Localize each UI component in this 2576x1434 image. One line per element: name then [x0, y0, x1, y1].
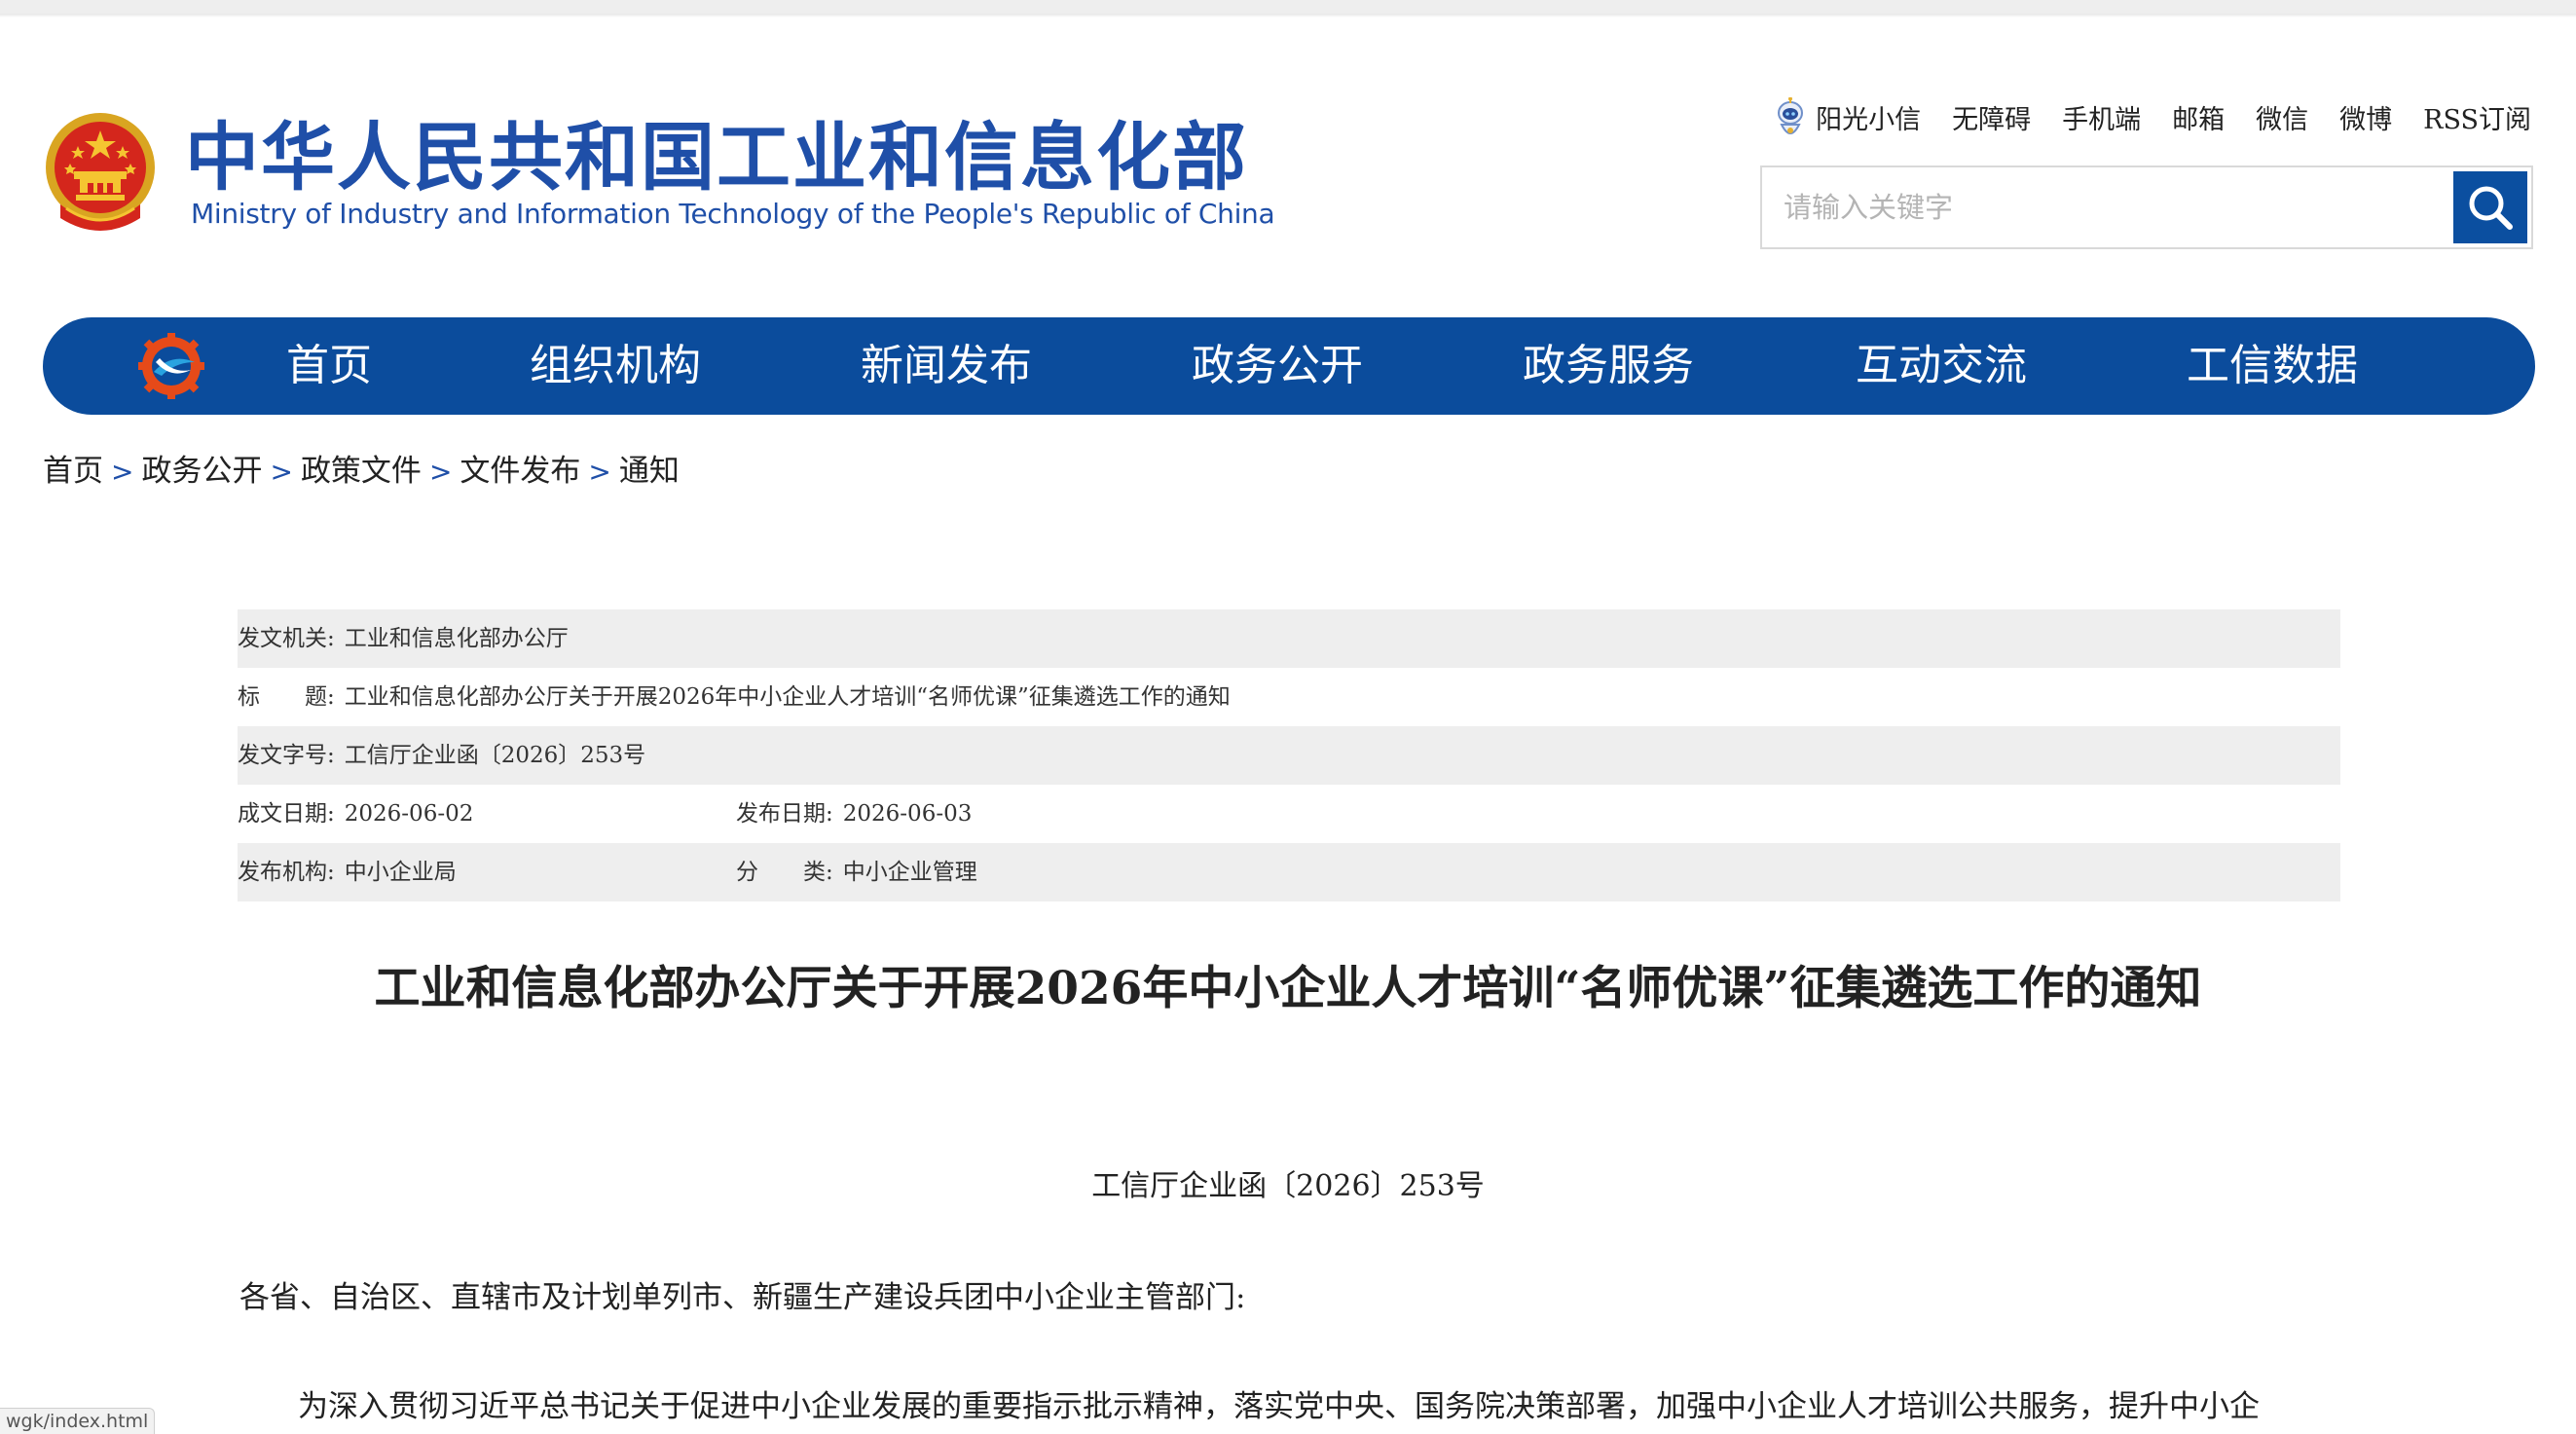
meta-row-docno: 发文字号: 工信厅企业函〔2026〕253号 [238, 726, 2340, 785]
nav-item-gov-services[interactable]: 政务服务 [1523, 317, 1694, 415]
meta-label-docno: 发文字号: [238, 743, 335, 768]
breadcrumb-gov-affairs[interactable]: 政务公开 [141, 454, 262, 489]
search-button[interactable] [2453, 171, 2527, 243]
nav-item-news[interactable]: 新闻发布 [861, 317, 1032, 415]
site-title-cn[interactable]: 中华人民共和国工业和信息化部 [185, 111, 1248, 204]
article-paragraph: 为深入贯彻习近平总书记关于促进中小企业发展的重要指示批示精神，落实党中央、国务院… [298, 1389, 2260, 1424]
meta-row-issuer: 发文机关: 工业和信息化部办公厅 [238, 609, 2340, 668]
meta-value-title: 工业和信息化部办公厅关于开展2026年中小企业人才培训“名师优课”征集遴选工作的… [344, 684, 1231, 710]
breadcrumb: 首页 > 政务公开 > 政策文件 > 文件发布 > 通知 [43, 448, 680, 496]
article-title: 工业和信息化部办公厅关于开展2026年中小企业人才培训“名师优课”征集遴选工作的… [374, 962, 2202, 1015]
meta-value-docno: 工信厅企业函〔2026〕253号 [344, 743, 646, 768]
search-icon [2469, 186, 2513, 230]
breadcrumb-separator: > [588, 456, 611, 488]
meta-row-org: 发布机构: 中小企业局 分 类: 中小企业管理 [238, 843, 2340, 901]
top-link-accessibility[interactable]: 无障碍 [1952, 101, 2031, 140]
nav-item-data[interactable]: 工信数据 [2187, 317, 2358, 415]
search-input[interactable] [1762, 167, 2453, 247]
meta-row-dates: 成文日期: 2026-06-02 发布日期: 2026-06-03 [238, 785, 2340, 843]
breadcrumb-separator: > [270, 456, 293, 488]
meta-value-category: 中小企业管理 [842, 860, 977, 885]
top-link-label: 阳光小信 [1816, 105, 1922, 135]
nav-item-home[interactable]: 首页 [286, 317, 372, 415]
top-link-weibo[interactable]: 微博 [2339, 101, 2392, 140]
browser-top-strip [0, 0, 2576, 14]
article-doc-number: 工信厅企业函〔2026〕253号 [1091, 1169, 1485, 1203]
robot-mascot-icon [1778, 97, 1804, 134]
top-link-mobile[interactable]: 手机端 [2062, 101, 2141, 140]
main-nav: 首页 组织机构 新闻发布 政务公开 政务服务 互动交流 工信数据 [43, 317, 2535, 415]
meta-value-created: 2026-06-02 [344, 801, 474, 827]
meta-label-issuer: 发文机关: [238, 626, 335, 651]
breadcrumb-doc-release[interactable]: 文件发布 [460, 454, 580, 489]
status-bar-url: wgk/index.html [0, 1408, 156, 1434]
nav-item-organization[interactable]: 组织机构 [530, 317, 701, 415]
top-link-mail[interactable]: 邮箱 [2172, 101, 2225, 140]
meta-label-title: 标 题: [238, 684, 335, 710]
meta-label-org: 发布机构: [238, 860, 335, 885]
meta-label-category: 分 类: [736, 860, 833, 885]
top-link-wechat[interactable]: 微信 [2256, 101, 2308, 140]
miit-logo-icon[interactable] [136, 333, 206, 399]
article-salutation: 各省、自治区、直辖市及计划单列市、新疆生产建设兵团中小企业主管部门: [239, 1280, 1246, 1315]
breadcrumb-separator: > [111, 456, 134, 488]
meta-value-issuer: 工业和信息化部办公厅 [344, 626, 569, 651]
top-links: 阳光小信 无障碍 手机端 邮箱 微信 微博 RSS订阅 [1773, 97, 2531, 140]
meta-value-org: 中小企业局 [344, 860, 457, 885]
browser-top-shadow [0, 14, 2576, 18]
meta-label-created: 成文日期: [238, 801, 335, 827]
search-box [1760, 165, 2533, 249]
breadcrumb-policy-docs[interactable]: 政策文件 [301, 454, 422, 489]
top-link-rss[interactable]: RSS订阅 [2423, 101, 2531, 140]
meta-value-published: 2026-06-03 [842, 801, 973, 827]
national-emblem-icon[interactable] [41, 111, 160, 236]
nav-item-gov-affairs[interactable]: 政务公开 [1192, 317, 1363, 415]
breadcrumb-home[interactable]: 首页 [43, 454, 103, 489]
top-link-sunshine[interactable]: 阳光小信 [1773, 97, 1921, 144]
nav-item-interaction[interactable]: 互动交流 [1856, 317, 2027, 415]
document-meta-table: 发文机关: 工业和信息化部办公厅 标 题: 工业和信息化部办公厅关于开展2026年中… [238, 609, 2340, 901]
meta-label-published: 发布日期: [736, 801, 833, 827]
breadcrumb-separator: > [428, 456, 453, 488]
site-title-en[interactable]: Ministry of Industry and Information Tec… [191, 195, 1275, 234]
breadcrumb-notice[interactable]: 通知 [619, 454, 680, 489]
meta-row-title: 标 题: 工业和信息化部办公厅关于开展2026年中小企业人才培训“名师优课”征集遴… [238, 668, 2340, 726]
